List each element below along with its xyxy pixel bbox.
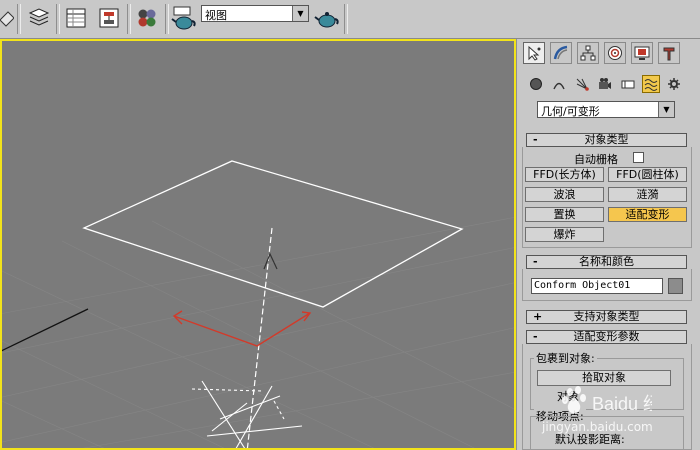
transform-gizmo[interactable] <box>172 310 312 347</box>
autogrid-checkbox[interactable] <box>633 152 644 163</box>
viewport-dropdown[interactable]: 视图 ▼ <box>201 5 309 22</box>
create-tab-icon[interactable] <box>523 42 545 64</box>
toolbar-separator <box>344 4 348 34</box>
object-type-rollout-header[interactable]: - 对象类型 <box>526 133 687 147</box>
toolbar-separator <box>165 4 169 34</box>
support-types-rollout-header[interactable]: + 支持对象类型 <box>526 310 687 324</box>
wave-button[interactable]: 波浪 <box>525 187 604 202</box>
main-toolbar: 视图 ▼ <box>0 0 700 39</box>
wrap-to-object-label: 包裹到对象: <box>534 350 597 366</box>
shapes-category-icon[interactable] <box>550 75 568 93</box>
watermark-url: jingyan.baidu.com <box>542 420 653 434</box>
baidu-paw-logo-icon: Baidu 经验 <box>562 386 652 414</box>
viewport-scene <box>2 160 514 448</box>
space-warps-category-icon[interactable] <box>642 75 660 93</box>
motion-tab-icon[interactable] <box>604 42 626 64</box>
ffd-cylinder-button[interactable]: FFD(圆柱体) <box>608 167 687 182</box>
camera-frustum-lines <box>191 380 303 448</box>
conform-params-rollout-header[interactable]: - 适配变形参数 <box>526 330 687 344</box>
rollout-title: 名称和颜色 <box>579 255 634 268</box>
category-dropdown-value: 几何/可变形 <box>541 105 600 118</box>
toolbar-separator <box>56 4 60 34</box>
name-color-rollout-header[interactable]: - 名称和颜色 <box>526 255 687 269</box>
hierarchy-tab-icon[interactable] <box>577 42 599 64</box>
material-editor-icon[interactable] <box>134 5 160 31</box>
viewport-dropdown-value: 视图 <box>205 9 227 22</box>
layers-icon[interactable] <box>26 5 52 31</box>
eraser-icon[interactable] <box>0 5 14 31</box>
object-color-swatch[interactable] <box>668 278 683 294</box>
conform-button[interactable]: 适配变形 <box>608 207 687 222</box>
geometry-category-icon[interactable] <box>527 75 545 93</box>
object-name-field[interactable]: Conform Object01 <box>531 278 663 294</box>
schematic-view-icon[interactable] <box>96 5 122 31</box>
bomb-button[interactable]: 爆炸 <box>525 227 604 242</box>
rollout-title: 对象类型 <box>584 133 629 146</box>
chevron-down-icon[interactable]: ▼ <box>658 102 674 117</box>
ffd-box-button[interactable]: FFD(长方体) <box>525 167 604 182</box>
quick-render-teapot-icon[interactable] <box>314 5 340 31</box>
modify-tab-icon[interactable] <box>550 42 572 64</box>
conform-object-gizmo[interactable] <box>82 160 464 308</box>
displace-button[interactable]: 置换 <box>525 207 604 222</box>
grid-lines <box>2 217 514 448</box>
ripple-button[interactable]: 涟漪 <box>608 187 687 202</box>
toolbar-separator <box>17 4 21 34</box>
utilities-tab-icon[interactable] <box>658 42 680 64</box>
helpers-category-icon[interactable] <box>619 75 637 93</box>
rollout-title: 支持对象类型 <box>573 310 640 323</box>
systems-category-icon[interactable] <box>665 75 683 93</box>
chevron-down-icon[interactable]: ▼ <box>292 6 308 21</box>
cameras-category-icon[interactable] <box>596 75 614 93</box>
curve-editor-icon[interactable] <box>63 5 89 31</box>
autogrid-label: 自动栅格 <box>574 153 618 166</box>
lights-category-icon[interactable] <box>573 75 591 93</box>
perspective-viewport[interactable] <box>0 39 516 450</box>
display-tab-icon[interactable] <box>631 42 653 64</box>
watermark-text: Baidu 经验 <box>592 394 652 414</box>
render-setup-teapot-icon[interactable] <box>171 5 197 31</box>
toolbar-separator <box>127 4 131 34</box>
category-dropdown[interactable]: 几何/可变形 ▼ <box>537 101 675 118</box>
rollout-title: 适配变形参数 <box>573 330 640 343</box>
grid-axis-line <box>2 308 89 352</box>
